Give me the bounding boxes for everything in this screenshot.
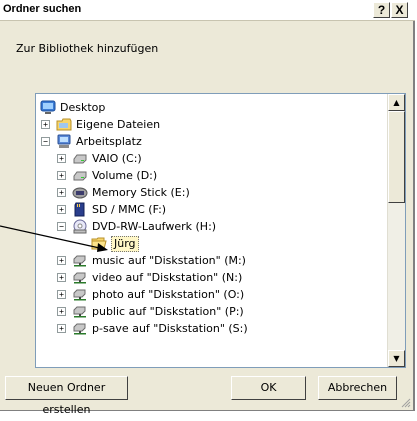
tree-item-label: Volume (D:) xyxy=(92,169,158,182)
folder-icon xyxy=(56,117,72,132)
memory-stick-icon xyxy=(72,185,88,200)
tree-item[interactable]: − Arbeitsplatz xyxy=(36,133,386,150)
expand-icon[interactable]: + xyxy=(57,154,66,163)
tree-item[interactable]: + SD / MMC (F:) xyxy=(36,201,386,218)
hard-drive-icon xyxy=(72,151,88,166)
tree-item-label: p-save auf "Diskstation" (S:) xyxy=(92,322,248,335)
expand-icon[interactable]: + xyxy=(57,273,66,282)
network-drive-icon xyxy=(72,270,88,285)
expand-icon[interactable]: + xyxy=(57,307,66,316)
tree-item-label: Jürg xyxy=(111,236,139,252)
tree-item-label: public auf "Diskstation" (P:) xyxy=(92,305,244,318)
tree-item-label: Arbeitsplatz xyxy=(76,135,142,148)
tree-item[interactable]: + public auf "Diskstation" (P:) xyxy=(36,303,386,320)
network-drive-icon xyxy=(72,304,88,319)
tree-item[interactable]: + Memory Stick (E:) xyxy=(36,184,386,201)
open-folder-icon xyxy=(91,236,107,251)
expand-icon[interactable]: + xyxy=(57,171,66,180)
help-button[interactable]: ? xyxy=(373,2,390,18)
dvd-drive-icon xyxy=(72,219,88,234)
expand-icon[interactable]: + xyxy=(57,324,66,333)
scroll-up-button[interactable]: ▲ xyxy=(388,94,405,111)
tree-item-label: VAIO (C:) xyxy=(92,152,142,165)
title-bar: Ordner suchen ? X xyxy=(0,0,415,21)
computer-icon xyxy=(56,134,72,149)
dialog-prompt: Zur Bibliothek hinzufügen xyxy=(16,42,159,55)
tree-item[interactable]: + video auf "Diskstation" (N:) xyxy=(36,269,386,286)
tree-item[interactable]: + photo auf "Diskstation" (O:) xyxy=(36,286,386,303)
tree-item[interactable]: Jürg xyxy=(36,235,386,252)
tree-item[interactable]: + Volume (D:) xyxy=(36,167,386,184)
tree-item[interactable]: + Eigene Dateien xyxy=(36,116,386,133)
folder-tree[interactable]: Desktop + Eigene Dateien − Arbeitsplatz + VAIO… xyxy=(35,93,406,368)
tree-item-label: photo auf "Diskstation" (O:) xyxy=(92,288,245,301)
tree-item-label: DVD-RW-Laufwerk (H:) xyxy=(92,220,217,233)
tree-item[interactable]: + VAIO (C:) xyxy=(36,150,386,167)
close-button[interactable]: X xyxy=(391,2,408,18)
vertical-scrollbar[interactable]: ▲ ▼ xyxy=(387,94,405,367)
tree-item-label: Memory Stick (E:) xyxy=(92,186,190,199)
new-folder-button[interactable]: Neuen Ordner erstellen xyxy=(5,376,128,416)
network-drive-icon xyxy=(72,321,88,336)
expand-icon[interactable]: + xyxy=(41,120,50,129)
tree-item[interactable]: + p-save auf "Diskstation" (S:) xyxy=(36,320,386,337)
desktop-icon xyxy=(40,100,56,115)
folder-browser-dialog: Ordner suchen ? X Zur Bibliothek hinzufü… xyxy=(0,0,415,416)
expand-icon[interactable]: + xyxy=(57,188,66,197)
tree-item-label: Eigene Dateien xyxy=(76,118,161,131)
network-drive-icon xyxy=(72,287,88,302)
hard-drive-icon xyxy=(72,168,88,183)
tree-item-label: music auf "Diskstation" (M:) xyxy=(92,254,246,267)
resize-grip-icon[interactable] xyxy=(401,398,411,408)
tree-item-label: SD / MMC (F:) xyxy=(92,203,167,216)
tree-item-label: Desktop xyxy=(60,101,106,114)
ok-button[interactable]: OK xyxy=(231,376,306,400)
expand-icon[interactable]: + xyxy=(57,290,66,299)
tree-item[interactable]: − DVD-RW-Laufwerk (H:) xyxy=(36,218,386,235)
network-drive-icon xyxy=(72,253,88,268)
collapse-icon[interactable]: − xyxy=(57,222,66,231)
window-title: Ordner suchen xyxy=(3,3,82,15)
expand-icon[interactable]: + xyxy=(57,205,66,214)
collapse-icon[interactable]: − xyxy=(41,137,50,146)
tree-item[interactable]: + music auf "Diskstation" (M:) xyxy=(36,252,386,269)
scroll-thumb[interactable] xyxy=(388,111,405,203)
scroll-down-button[interactable]: ▼ xyxy=(388,350,405,367)
cancel-button[interactable]: Abbrechen xyxy=(318,376,397,400)
tree-item[interactable]: Desktop xyxy=(36,99,386,116)
expand-icon[interactable]: + xyxy=(57,256,66,265)
sd-card-icon xyxy=(72,202,88,217)
tree-item-label: video auf "Diskstation" (N:) xyxy=(92,271,243,284)
